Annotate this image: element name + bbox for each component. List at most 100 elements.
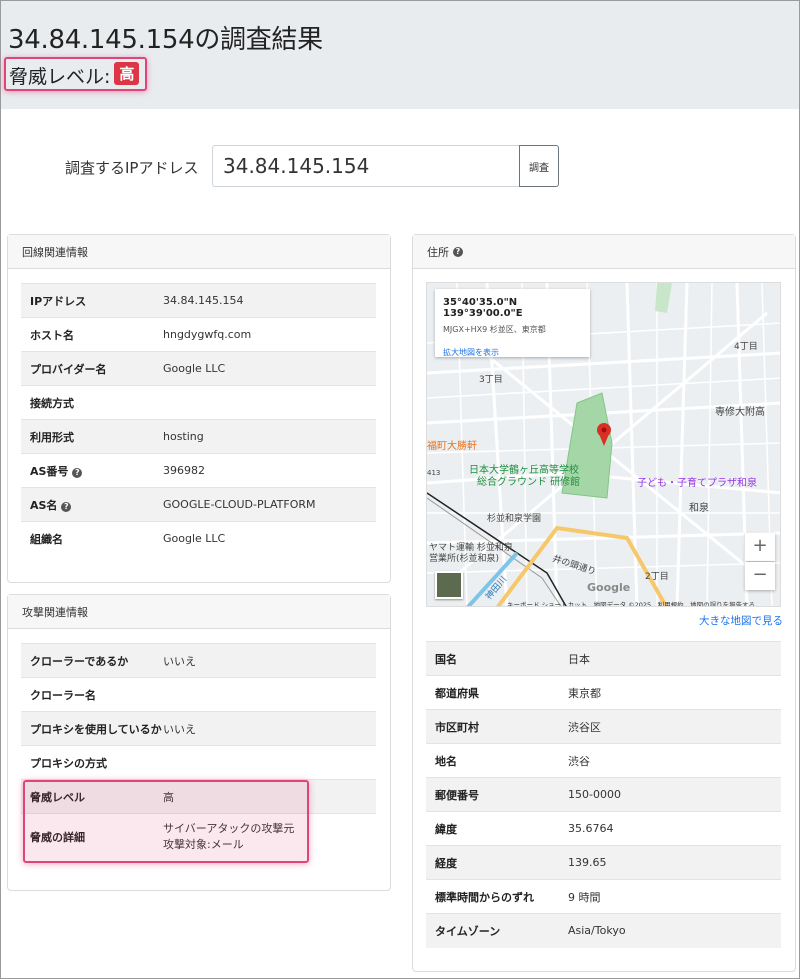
row-value: Google LLC: [163, 532, 226, 546]
row-key: 都道府県: [435, 686, 479, 700]
table-row: タイムゾーン Asia/Tokyo: [426, 913, 781, 948]
table-row: AS名 ? GOOGLE-CLOUD-PLATFORM: [21, 487, 376, 522]
table-row: 地名 渋谷: [426, 743, 781, 778]
map-footer: キーボード ショートカット 地図データ ©2025 利用規約 地図の誤りを報告す…: [507, 601, 756, 607]
line-info-title: 回線関連情報: [22, 245, 88, 259]
map-label: 福町大勝軒: [427, 441, 477, 452]
row-value: 34.84.145.154: [163, 294, 244, 307]
row-value: 150-0000: [568, 788, 621, 801]
line-info-header: 回線関連情報: [8, 235, 390, 269]
attack-info-header: 攻撃関連情報: [8, 595, 390, 629]
page-title: 34.84.145.154の調査結果: [8, 25, 323, 55]
map-label: 専修大附高: [715, 407, 765, 418]
table-row: 利用形式 hosting: [21, 419, 376, 454]
bigger-map-link[interactable]: 大きな地図で見る: [699, 613, 783, 628]
row-key: 利用形式: [30, 430, 74, 444]
table-row: IPアドレス 34.84.145.154: [21, 283, 376, 318]
address-title: 住所: [427, 245, 449, 259]
zoom-in-button[interactable]: +: [745, 533, 775, 561]
row-key: ホスト名: [30, 328, 74, 342]
row-value: 高: [163, 790, 174, 804]
threat-level-heading: 脅威レベル: 高: [4, 57, 148, 91]
row-value: 35.6764: [568, 822, 614, 835]
row-value: いいえ: [163, 722, 196, 736]
table-row: 標準時間からのずれ 9 時間: [426, 879, 781, 914]
table-row: 脅威レベル 高: [21, 779, 376, 814]
row-key: 標準時間からのずれ: [435, 890, 534, 904]
ip-search-input[interactable]: [212, 145, 520, 187]
line-info-table: IPアドレス 34.84.145.154 ホスト名 hngdygwfq.com プロ…: [21, 283, 376, 556]
row-key: AS名: [30, 498, 58, 512]
map-view[interactable]: 35°40'35.0"N 139°39'00.0"E MJGX+HX9 杉並区、…: [426, 282, 781, 607]
row-key: プロキシの方式: [30, 756, 107, 770]
threat-level-label: 脅威レベル:: [9, 66, 111, 88]
table-row: AS番号 ? 396982: [21, 453, 376, 488]
row-key: 脅威の詳細: [30, 830, 85, 844]
row-value: 9 時間: [568, 890, 601, 904]
address-header: 住所 ?: [413, 235, 795, 269]
map-label: 4丁目: [734, 342, 758, 352]
enlarge-map-link[interactable]: 拡大地図を表示: [443, 347, 590, 358]
map-label: 413: [427, 469, 441, 477]
row-value: GOOGLE-CLOUD-PLATFORM: [163, 498, 316, 511]
table-row: 緯度 35.6764: [426, 811, 781, 846]
attack-info-table: クローラーであるか いいえ クローラー名 プロキシを使用しているか いいえ プロキシ…: [21, 643, 376, 860]
map-label: 杉並和泉学園: [487, 514, 542, 524]
zoom-out-button[interactable]: −: [745, 562, 775, 590]
map-info-window: 35°40'35.0"N 139°39'00.0"E MJGX+HX9 杉並区、…: [435, 289, 590, 357]
row-value: いいえ: [163, 654, 196, 668]
attack-info-title: 攻撃関連情報: [22, 605, 88, 619]
row-key: 脅威レベル: [30, 790, 85, 804]
table-row: 脅威の詳細 サイバーアタックの攻撃元 攻撃対象:メール: [21, 813, 376, 860]
row-key: 郵便番号: [435, 788, 479, 802]
google-logo: Google: [587, 581, 631, 594]
table-row: プロバイダー名 Google LLC: [21, 351, 376, 386]
table-row: 国名 日本: [426, 641, 781, 676]
row-key: 接続方式: [30, 396, 74, 410]
row-value: 139.65: [568, 856, 607, 869]
help-icon[interactable]: ?: [72, 467, 83, 478]
table-row: 組織名 Google LLC: [21, 521, 376, 556]
row-key: クローラー名: [30, 688, 96, 702]
help-icon[interactable]: ?: [453, 246, 463, 257]
map-label: 子ども・子育てプラザ和泉: [637, 478, 757, 489]
table-row: プロキシの方式: [21, 745, 376, 780]
row-value: 渋谷: [568, 754, 590, 768]
row-value: Asia/Tokyo: [568, 924, 626, 938]
map-label: 営業所(杉並和泉): [429, 554, 500, 564]
row-key: IPアドレス: [30, 294, 87, 308]
search-label: 調査するIPアドレス: [65, 159, 199, 177]
row-value: hosting: [163, 430, 204, 443]
row-value: 日本: [568, 652, 590, 666]
table-row: 市区町村 渋谷区: [426, 709, 781, 744]
page-header: 34.84.145.154の調査結果 脅威レベル: 高: [1, 1, 799, 109]
table-row: クローラー名: [21, 677, 376, 712]
table-row: 経度 139.65: [426, 845, 781, 880]
table-row: クローラーであるか いいえ: [21, 643, 376, 678]
row-key: タイムゾーン: [435, 924, 501, 938]
map-plus-code: MJGX+HX9 杉並区、東京都: [443, 325, 546, 334]
row-key: 緯度: [435, 822, 457, 836]
row-key: プロバイダー名: [30, 362, 107, 376]
row-value: hngdygwfq.com: [163, 328, 252, 341]
row-value-2: 攻撃対象:メール: [163, 837, 244, 851]
help-icon[interactable]: ?: [61, 501, 72, 512]
map-label: 和泉: [689, 503, 709, 514]
row-key: 経度: [435, 856, 457, 870]
row-value: サイバーアタックの攻撃元: [163, 821, 295, 835]
row-key: プロキシを使用しているか: [30, 722, 162, 736]
row-value: 396982: [163, 464, 205, 477]
satellite-toggle[interactable]: [435, 571, 463, 599]
investigate-button[interactable]: 調査: [519, 145, 559, 187]
row-value: Google LLC: [163, 362, 226, 375]
table-row: 接続方式: [21, 385, 376, 420]
table-row: 都道府県 東京都: [426, 675, 781, 710]
row-key: クローラーであるか: [30, 654, 129, 668]
map-label: 3丁目: [479, 375, 503, 385]
table-row: 郵便番号 150-0000: [426, 777, 781, 812]
row-key: AS番号: [30, 464, 69, 478]
map-coords: 35°40'35.0"N 139°39'00.0"E: [443, 297, 523, 319]
table-row: ホスト名 hngdygwfq.com: [21, 317, 376, 352]
table-row: プロキシを使用しているか いいえ: [21, 711, 376, 746]
row-key: 組織名: [30, 532, 63, 546]
